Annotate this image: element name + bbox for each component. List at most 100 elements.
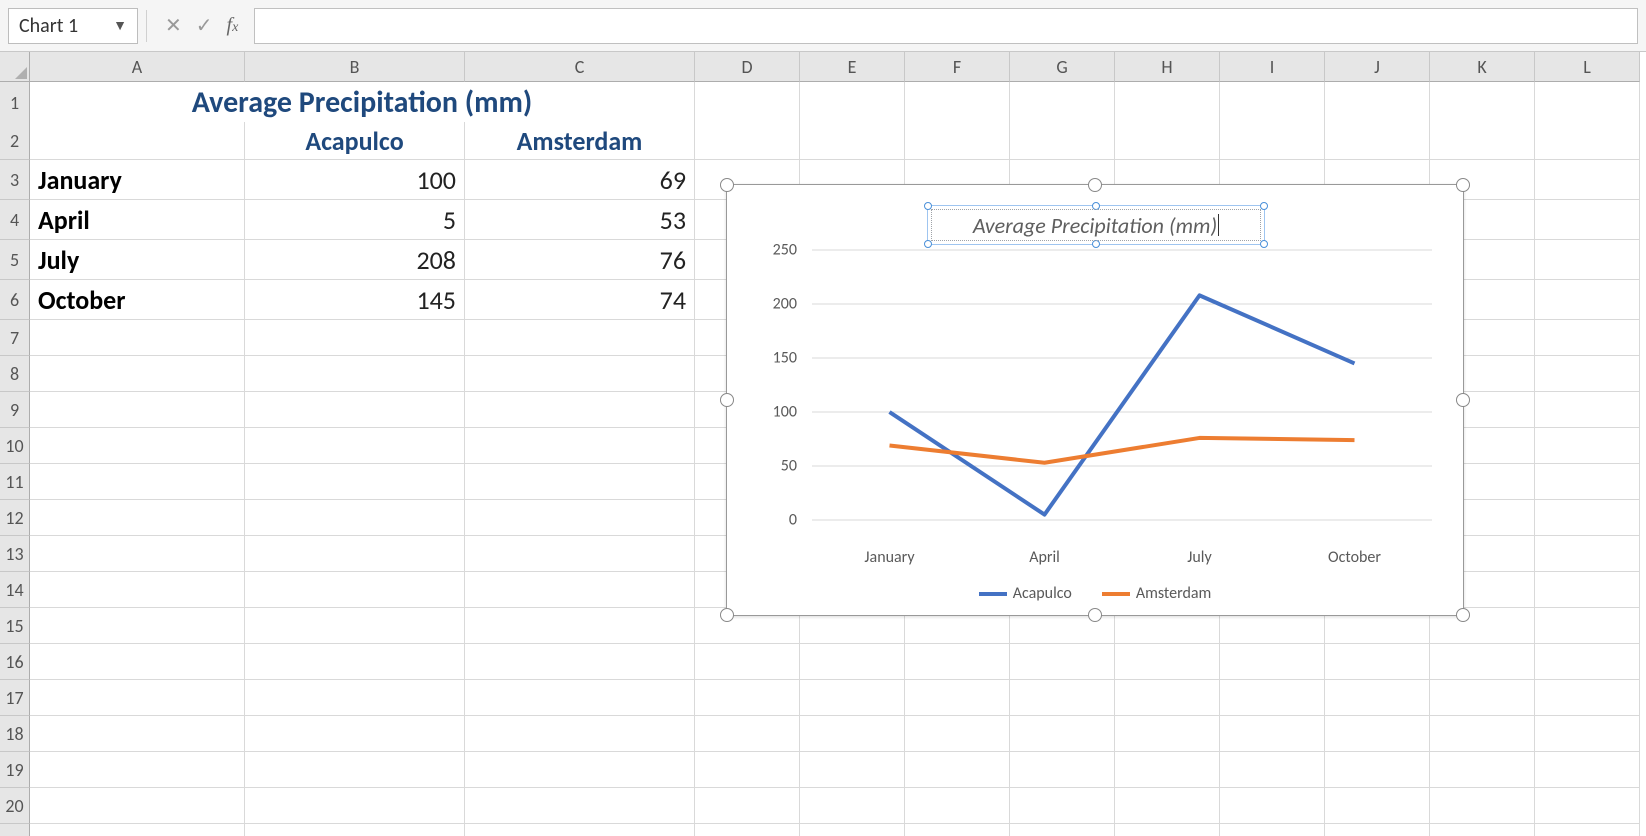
col-header-A[interactable]: A [30, 52, 245, 82]
cell-D2[interactable] [695, 122, 800, 160]
cell-I17[interactable] [1220, 680, 1325, 716]
cell-A20[interactable] [30, 788, 245, 824]
fx-icon[interactable]: fx [227, 14, 239, 37]
cell-B18[interactable] [245, 716, 465, 752]
cell-G20[interactable] [1010, 788, 1115, 824]
cell-L21[interactable] [1535, 824, 1640, 836]
cell-L19[interactable] [1535, 752, 1640, 788]
cell-A16[interactable] [30, 644, 245, 680]
col-header-E[interactable]: E [800, 52, 905, 82]
row-header-10[interactable]: 10 [0, 428, 30, 464]
cell-D17[interactable] [695, 680, 800, 716]
cell-E18[interactable] [800, 716, 905, 752]
cell-D18[interactable] [695, 716, 800, 752]
row-header-18[interactable]: 18 [0, 716, 30, 752]
cell-B12[interactable] [245, 500, 465, 536]
row-header-5[interactable]: 5 [0, 240, 30, 280]
cell-B5[interactable]: 208 [245, 240, 465, 280]
cell-D21[interactable] [695, 824, 800, 836]
cell-A5[interactable]: July [30, 240, 245, 280]
cell-K2[interactable] [1430, 122, 1535, 160]
cell-A21[interactable] [30, 824, 245, 836]
cell-I18[interactable] [1220, 716, 1325, 752]
cell-B17[interactable] [245, 680, 465, 716]
legend-item-acapulco[interactable]: Acapulco [979, 584, 1072, 603]
row-header-12[interactable]: 12 [0, 500, 30, 536]
cell-K16[interactable] [1430, 644, 1535, 680]
resize-handle-mr[interactable] [1456, 393, 1470, 407]
cell-I20[interactable] [1220, 788, 1325, 824]
cell-F1[interactable] [905, 82, 1010, 124]
cell-B21[interactable] [245, 824, 465, 836]
cell-L10[interactable] [1535, 428, 1640, 464]
resize-handle-tl[interactable] [720, 178, 734, 192]
cell-K20[interactable] [1430, 788, 1535, 824]
cell-F17[interactable] [905, 680, 1010, 716]
cell-L5[interactable] [1535, 240, 1640, 280]
cell-C13[interactable] [465, 536, 695, 572]
legend-item-amsterdam[interactable]: Amsterdam [1102, 584, 1211, 603]
cell-I21[interactable] [1220, 824, 1325, 836]
row-header-19[interactable]: 19 [0, 752, 30, 788]
cell-B20[interactable] [245, 788, 465, 824]
chart-legend[interactable]: Acapulco Amsterdam [727, 584, 1463, 603]
cell-C16[interactable] [465, 644, 695, 680]
col-header-K[interactable]: K [1430, 52, 1535, 82]
row-header-2[interactable]: 2 [0, 122, 30, 160]
title-handle[interactable] [1092, 240, 1100, 248]
cell-A19[interactable] [30, 752, 245, 788]
row-header-7[interactable]: 7 [0, 320, 30, 356]
cell-H18[interactable] [1115, 716, 1220, 752]
cell-E1[interactable] [800, 82, 905, 124]
col-header-D[interactable]: D [695, 52, 800, 82]
cell-B16[interactable] [245, 644, 465, 680]
cell-L16[interactable] [1535, 644, 1640, 680]
cell-A8[interactable] [30, 356, 245, 392]
cell-L8[interactable] [1535, 356, 1640, 392]
cell-H19[interactable] [1115, 752, 1220, 788]
cell-E17[interactable] [800, 680, 905, 716]
cancel-icon[interactable]: ✕ [165, 13, 182, 38]
cell-C21[interactable] [465, 824, 695, 836]
cell-C10[interactable] [465, 428, 695, 464]
col-header-C[interactable]: C [465, 52, 695, 82]
row-header-16[interactable]: 16 [0, 644, 30, 680]
title-handle[interactable] [1260, 202, 1268, 210]
resize-handle-br[interactable] [1456, 608, 1470, 622]
row-header-4[interactable]: 4 [0, 200, 30, 240]
cell-C3[interactable]: 69 [465, 160, 695, 200]
row-header-20[interactable]: 20 [0, 788, 30, 824]
row-header-21[interactable]: 21 [0, 824, 30, 836]
cell-B2[interactable]: Acapulco [245, 122, 465, 160]
cell-L17[interactable] [1535, 680, 1640, 716]
cell-C18[interactable] [465, 716, 695, 752]
cell-F2[interactable] [905, 122, 1010, 160]
cell-C14[interactable] [465, 572, 695, 608]
cell-K1[interactable] [1430, 82, 1535, 124]
cell-B14[interactable] [245, 572, 465, 608]
cell-B4[interactable]: 5 [245, 200, 465, 240]
chart-object[interactable]: Average Precipitation (mm) 0501001502002… [726, 184, 1464, 616]
cell-B7[interactable] [245, 320, 465, 356]
col-header-G[interactable]: G [1010, 52, 1115, 82]
cell-K21[interactable] [1430, 824, 1535, 836]
cell-C4[interactable]: 53 [465, 200, 695, 240]
col-header-H[interactable]: H [1115, 52, 1220, 82]
row-header-1[interactable]: 1 [0, 82, 30, 124]
cell-A10[interactable] [30, 428, 245, 464]
row-header-11[interactable]: 11 [0, 464, 30, 500]
cell-I1[interactable] [1220, 82, 1325, 124]
cell-A4[interactable]: April [30, 200, 245, 240]
cell-J17[interactable] [1325, 680, 1430, 716]
cell-A12[interactable] [30, 500, 245, 536]
cell-I16[interactable] [1220, 644, 1325, 680]
cell-L13[interactable] [1535, 536, 1640, 572]
cell-G17[interactable] [1010, 680, 1115, 716]
cell-L15[interactable] [1535, 608, 1640, 644]
row-header-14[interactable]: 14 [0, 572, 30, 608]
cell-F16[interactable] [905, 644, 1010, 680]
cell-C20[interactable] [465, 788, 695, 824]
cell-H17[interactable] [1115, 680, 1220, 716]
cell-H1[interactable] [1115, 82, 1220, 124]
title-handle[interactable] [924, 240, 932, 248]
